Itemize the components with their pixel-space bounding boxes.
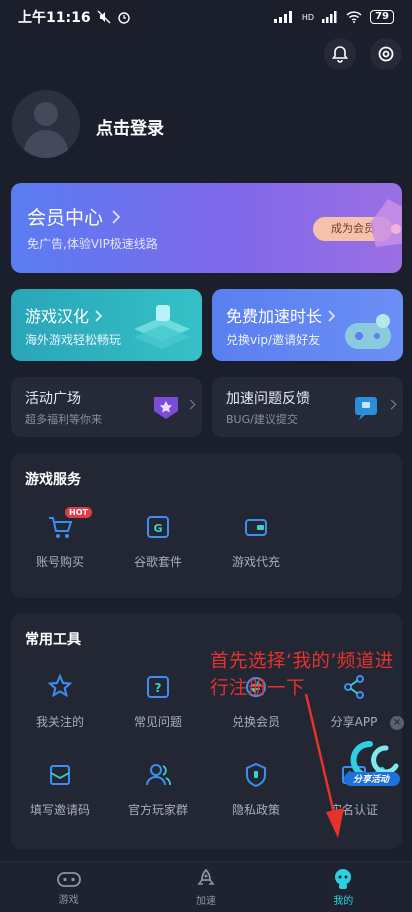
notification-button[interactable]	[324, 38, 356, 70]
nav-boost[interactable]: 加速	[137, 862, 274, 912]
shield-icon	[246, 762, 266, 788]
feedback-title: 加速问题反馈	[226, 391, 310, 407]
service-top-up[interactable]: 游戏代充	[207, 513, 305, 570]
group-icon	[146, 764, 171, 786]
card-localization-title: 游戏汉化	[25, 307, 90, 326]
nav-label: 游戏	[58, 894, 79, 906]
profile-icon	[335, 868, 352, 889]
tool-label: 兑换会员	[231, 715, 280, 729]
section-title: 常用工具	[25, 632, 81, 648]
chevron-right-icon	[95, 310, 103, 322]
card-boost-title: 免费加速时长	[226, 307, 323, 326]
settings-button[interactable]	[370, 38, 402, 70]
tool-privacy[interactable]: 隐私政策	[207, 761, 305, 818]
network-label: HD	[301, 12, 315, 22]
question-icon: ?	[147, 676, 169, 698]
rocket-icon	[197, 868, 215, 885]
close-icon[interactable]: ×	[390, 716, 404, 730]
card-localization-subtitle: 海外游戏轻松畅玩	[25, 333, 122, 347]
mute-icon	[97, 10, 111, 24]
nav-label: 加速	[195, 895, 216, 907]
wifi-icon	[346, 11, 362, 23]
gamepad-icon	[56, 871, 81, 887]
free-boost-card[interactable]: 免费加速时长 兑换vip/邀请好友	[212, 289, 403, 361]
activity-plaza-card[interactable]: 活动广场 超多福利等你来	[11, 377, 202, 437]
section-title: 游戏服务	[25, 472, 81, 488]
alarm-icon	[117, 12, 130, 24]
signal-icon	[273, 11, 292, 23]
tool-label: 官方玩家群	[127, 803, 188, 817]
gamepad-decoration-icon	[345, 314, 391, 349]
chevron-right-icon	[328, 310, 336, 322]
chevron-right-icon	[386, 399, 397, 410]
battery-indicator: 79	[370, 10, 394, 24]
login-link[interactable]: 点击登录	[96, 114, 164, 139]
status-time: 上午11:16	[18, 10, 91, 26]
service-label: 谷歌套件	[133, 555, 182, 569]
service-label: 账号购买	[35, 555, 84, 569]
tool-label: 隐私政策	[231, 803, 280, 817]
service-label: 游戏代充	[231, 555, 280, 569]
game-services-section: 游戏服务 HOT 账号购买 G 谷歌套件 游戏代充	[11, 453, 402, 598]
chevron-right-icon	[112, 210, 121, 224]
activity-title: 活动广场	[25, 391, 81, 407]
chevron-right-icon	[185, 399, 196, 410]
layers-icon	[134, 305, 190, 349]
service-account-purchase[interactable]: HOT 账号购买	[11, 507, 109, 570]
bottom-navigation: 游戏 加速 我的	[0, 861, 412, 912]
svg-text:G: G	[153, 522, 162, 535]
invite-icon	[50, 765, 70, 785]
tool-invite-code[interactable]: 填写邀请码	[11, 761, 109, 818]
vip-center-card[interactable]: 会员中心 免广告,体验VIP极速线路 成为会员	[11, 183, 402, 273]
vip-subtitle: 免广告,体验VIP极速线路	[27, 237, 158, 251]
nav-games[interactable]: 游戏	[0, 862, 137, 912]
google-kit-icon: G	[147, 516, 169, 538]
card-boost-subtitle: 兑换vip/邀请好友	[226, 333, 321, 347]
service-google-kit[interactable]: G 谷歌套件	[109, 513, 207, 570]
hot-badge: HOT	[65, 507, 92, 518]
bell-icon	[331, 46, 349, 63]
game-localization-card[interactable]: 游戏汉化 海外游戏轻松畅玩	[11, 289, 202, 361]
nav-label: 我的	[333, 895, 354, 907]
status-bar: 上午11:16 HD 79	[0, 0, 412, 34]
share-badge-label: 分享活动	[352, 775, 389, 785]
feedback-card[interactable]: 加速问题反馈 BUG/建议提交	[212, 377, 403, 437]
tool-player-group[interactable]: 官方玩家群	[109, 761, 207, 818]
signal-icon-2	[322, 11, 337, 23]
tool-label: 常见问题	[133, 715, 182, 729]
tool-label: 我关注的	[35, 715, 84, 729]
wallet-icon	[245, 519, 267, 536]
tool-label: 填写邀请码	[29, 803, 90, 817]
tool-faq[interactable]: ? 常见问题	[109, 673, 207, 730]
gift-icon	[154, 397, 178, 419]
svg-text:?: ?	[155, 681, 162, 695]
gear-icon	[378, 46, 394, 62]
activity-subtitle: 超多福利等你来	[25, 413, 102, 426]
vip-title: 会员中心	[27, 207, 104, 229]
feedback-subtitle: BUG/建议提交	[226, 413, 298, 426]
feedback-icon	[355, 397, 377, 420]
star-icon	[47, 673, 73, 698]
nav-mine[interactable]: 我的	[275, 862, 412, 912]
tool-following[interactable]: 我关注的	[11, 673, 109, 730]
vip-decoration-icon	[370, 199, 402, 247]
avatar[interactable]	[12, 90, 80, 158]
